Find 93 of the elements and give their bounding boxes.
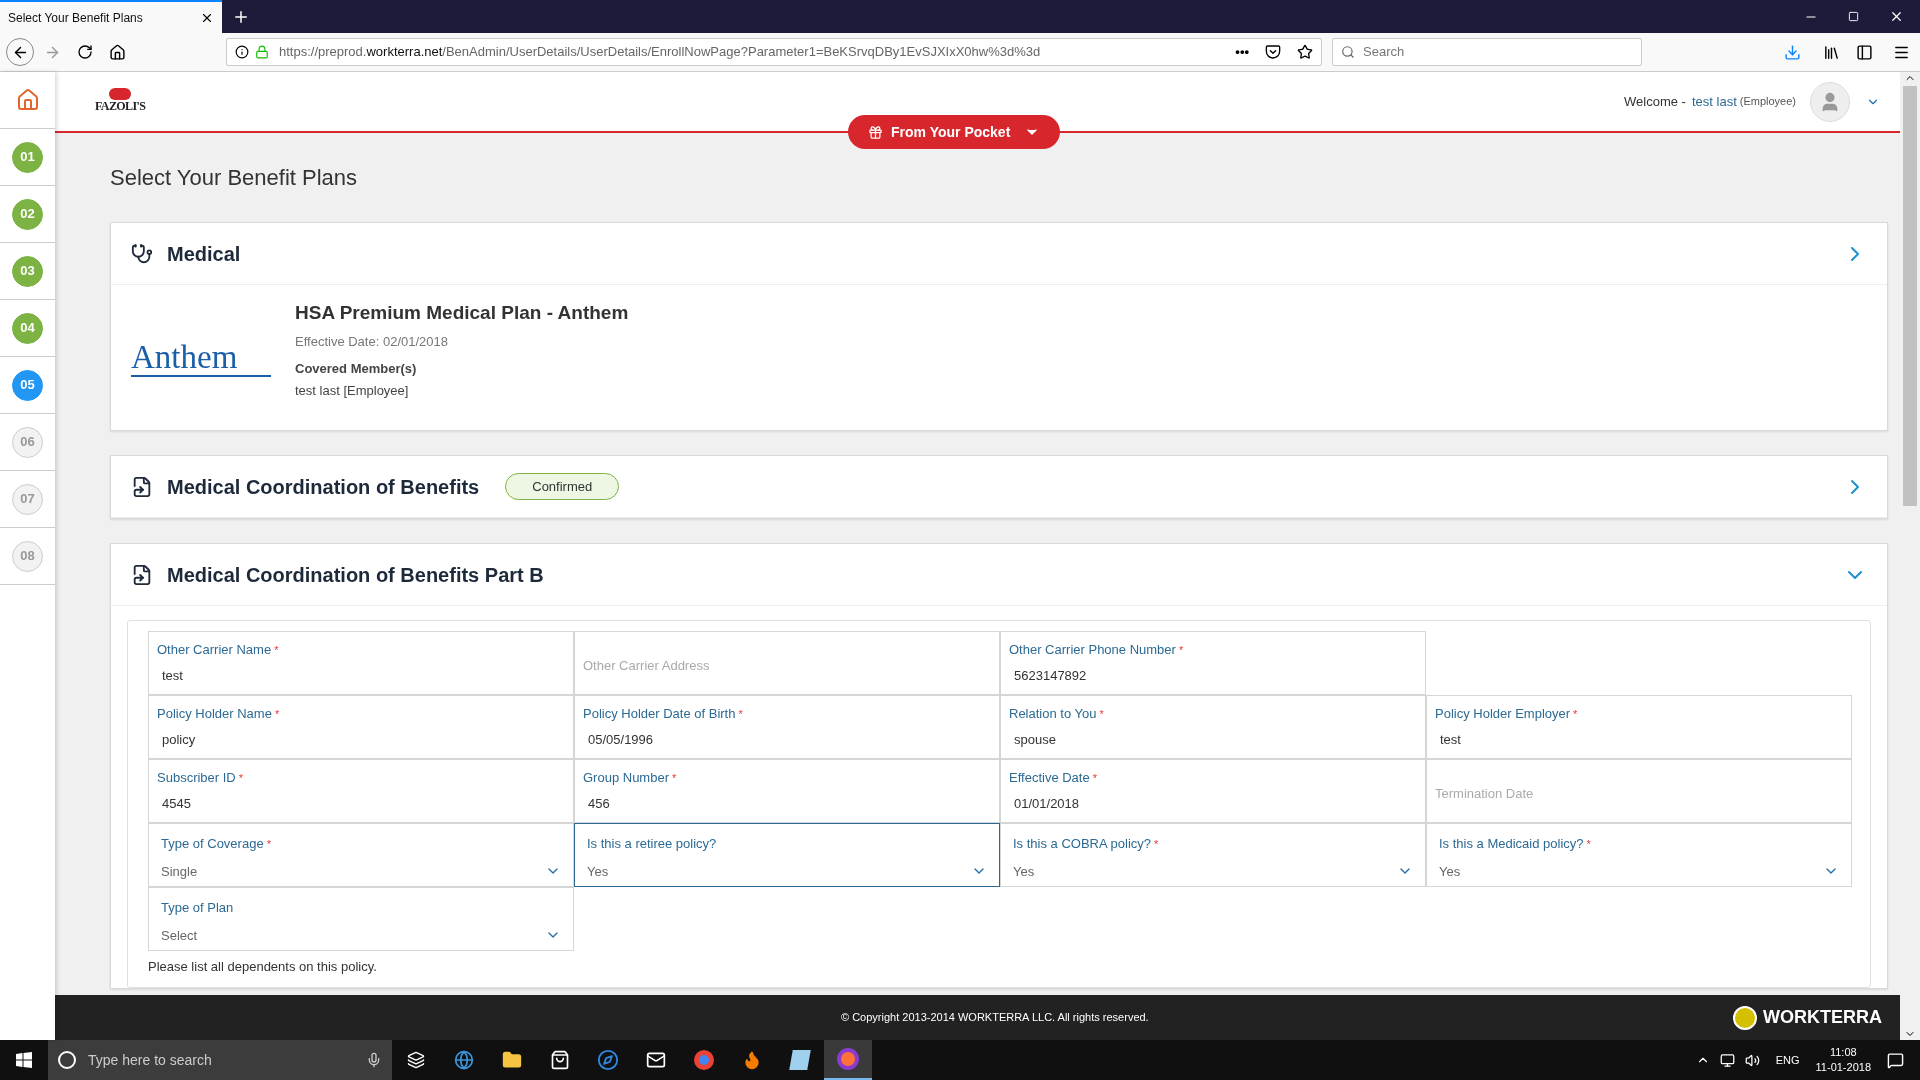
more-button[interactable]: ••• — [1235, 42, 1249, 62]
search-input[interactable]: Type here to search — [88, 1049, 354, 1071]
star-icon[interactable] — [1297, 44, 1313, 60]
gift-icon — [868, 124, 883, 140]
field-label: Group Number * — [583, 769, 678, 787]
restore-icon[interactable] — [1848, 11, 1859, 22]
stethoscope-icon — [131, 242, 153, 265]
compass-icon[interactable] — [597, 1049, 619, 1071]
field-label: Policy Holder Employer * — [1435, 705, 1579, 723]
field-label: Relation to You * — [1009, 705, 1105, 723]
input-field[interactable]: policy — [157, 729, 565, 749]
info-icon — [235, 45, 249, 59]
page-title: Select Your Benefit Plans — [110, 164, 359, 192]
language-indicator[interactable]: ENG — [1775, 1051, 1800, 1069]
input-field[interactable]: spouse — [1009, 729, 1417, 749]
brand-logo: WORKTERRA — [1763, 1006, 1882, 1029]
status-badge: Confirmed — [505, 472, 620, 501]
user-role: (Employee) — [1739, 94, 1796, 110]
store-bag-icon[interactable] — [550, 1050, 570, 1070]
search-icon — [1341, 45, 1355, 59]
field-label: Policy Holder Name * — [157, 705, 281, 723]
input-field[interactable]: 05/05/1996 — [583, 729, 991, 749]
effective-date: Effective Date: 02/01/2018 — [295, 332, 449, 351]
input-field[interactable]: test — [157, 665, 565, 685]
input-field[interactable]: 4545 — [157, 793, 565, 813]
text-field[interactable]: Group Number * 456 — [574, 759, 1000, 823]
field-label: Other Carrier Name * — [157, 641, 280, 659]
search-field[interactable]: Search — [1363, 42, 1539, 62]
clock[interactable]: 11:08 11-01-2018 — [1815, 1045, 1871, 1075]
members-text: test last [Employee] — [295, 381, 410, 400]
text-field[interactable]: Other Carrier Address — [574, 631, 1000, 695]
text-field[interactable]: Other Carrier Name * test — [148, 631, 574, 695]
scrollbar-thumb[interactable] — [1903, 86, 1917, 506]
search-box[interactable]: Search — [1332, 38, 1642, 66]
input-field[interactable]: 01/01/2018 — [1009, 793, 1417, 813]
input-field[interactable]: Termination Date — [1435, 784, 1843, 804]
reload-icon[interactable] — [77, 44, 93, 60]
text-field[interactable]: Policy Holder Date of Birth * 05/05/1996 — [574, 695, 1000, 759]
folder-icon[interactable] — [502, 1050, 522, 1070]
text-field[interactable]: Termination Date — [1426, 759, 1852, 823]
volume-icon[interactable] — [1744, 1052, 1760, 1068]
network-icon[interactable] — [1719, 1052, 1735, 1068]
close-icon[interactable] — [1889, 9, 1904, 24]
dropdown[interactable]: Is this a retiree policy? Yes — [574, 823, 1000, 887]
text-field[interactable]: Relation to You * spouse — [1000, 695, 1426, 759]
avatar[interactable] — [1810, 81, 1850, 122]
field-label: Other Carrier Phone Number * — [1009, 641, 1185, 659]
welcome-text: Welcome - — [1624, 92, 1686, 111]
input-field[interactable]: test — [1435, 729, 1843, 749]
download-icon[interactable] — [1784, 43, 1801, 61]
section-header[interactable]: Medical Coordination of Benefits Part B — [111, 544, 1887, 606]
note-text: Please list all dependents on this policy. — [148, 958, 378, 976]
copyright-text: © Copyright 2013-2014 WORKTERRA LLC. All rights reserved. — [841, 1010, 1149, 1026]
text-field[interactable]: Policy Holder Name * policy — [148, 695, 574, 759]
browser-tab[interactable]: Select Your Benefit Plans — [0, 0, 222, 33]
carrier-logo: Anthem — [131, 338, 271, 377]
taskbar-search-box[interactable]: Type here to search — [48, 1040, 392, 1080]
dropdown[interactable]: Is this a Medicaid policy? * Yes — [1426, 823, 1852, 887]
field-label: Subscriber ID * — [157, 769, 245, 787]
logo: FAZOLI'S — [95, 98, 146, 115]
flame-icon[interactable] — [742, 1050, 762, 1070]
user-name-link[interactable]: test last — [1691, 91, 1737, 112]
input-field[interactable]: 456 — [583, 793, 991, 813]
sidebar-icon[interactable] — [1856, 43, 1873, 61]
section-header[interactable]: Medical — [111, 223, 1887, 285]
address-bar[interactable]: https://preprod.workterra.net/BenAdmin/UserDetails/UserDetails/EnrollNowPage?Parameter1=BeKSrvqDBy1EvSJXIxX0hw%3d%3d ••• — [226, 38, 1322, 66]
section-header[interactable]: Medical Coordination of Benefits Confirmed — [111, 456, 1887, 518]
mail-icon[interactable] — [646, 1050, 666, 1070]
text-field[interactable]: Subscriber ID * 4545 — [148, 759, 574, 823]
input-field[interactable]: Other Carrier Address — [583, 656, 991, 676]
pocket-icon[interactable] — [1265, 44, 1281, 60]
notification-icon[interactable] — [1887, 1051, 1904, 1069]
field-label: Effective Date * — [1009, 769, 1098, 787]
document-arrow-icon — [131, 475, 153, 498]
lock-icon — [255, 45, 269, 59]
field-label: Policy Holder Date of Birth * — [583, 705, 744, 723]
url-text: https://preprod.workterra.net/BenAdmin/UserDetails/UserDetails/EnrollNowPage?Parameter1=BeKSrvqDBy1EvSJXIxX0hw%3d%3d — [279, 43, 1041, 62]
mic-icon[interactable] — [366, 1052, 382, 1068]
dropdown[interactable]: Type of Plan Select — [148, 887, 574, 951]
windows-icon[interactable] — [16, 1052, 32, 1068]
text-field[interactable]: Effective Date * 01/01/2018 — [1000, 759, 1426, 823]
dropdown[interactable]: Is this a COBRA policy? * Yes — [1000, 823, 1426, 887]
text-field[interactable]: Policy Holder Employer * test — [1426, 695, 1852, 759]
dropdown[interactable]: Type of Coverage * Single — [148, 823, 574, 887]
library-icon[interactable] — [1823, 43, 1840, 61]
document-arrow-icon — [131, 563, 153, 586]
members-label: Covered Member(s) — [295, 360, 418, 378]
input-field[interactable]: 5623147892 — [1009, 665, 1417, 685]
home-icon[interactable] — [109, 43, 126, 61]
plan-name: HSA Premium Medical Plan - Anthem — [295, 301, 629, 325]
text-field[interactable]: Other Carrier Phone Number * 5623147892 — [1000, 631, 1426, 695]
notepad-icon[interactable] — [791, 1050, 809, 1070]
pocket-button[interactable]: From Your Pocket — [848, 115, 1061, 149]
